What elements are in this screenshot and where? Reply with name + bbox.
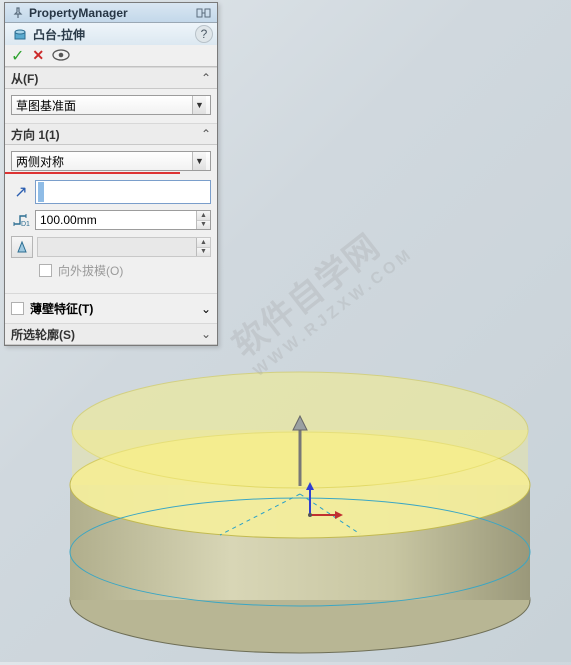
depth-value: 100.00mm [36,213,196,227]
section-from-body: 草图基准面 ▼ [5,89,217,123]
draft-outward-row: 向外拔模(O) [11,258,211,285]
dropdown-icon: ▼ [192,152,206,170]
spin-buttons: ▲ ▼ [196,211,210,229]
chevron-up-icon: ⌃ [201,127,211,141]
section-contours-header[interactable]: 所选轮廓(S) ⌄ [5,323,217,345]
dropdown-icon: ▼ [192,96,206,114]
end-condition-select[interactable]: 两侧对称 ▼ [11,151,211,171]
from-start-condition-select[interactable]: 草图基准面 ▼ [11,95,211,115]
panel-options-icon[interactable] [195,5,213,21]
panel-title: PropertyManager [27,6,195,20]
pushpin-icon[interactable] [9,5,27,21]
reverse-direction-icon[interactable]: ↗ [11,182,31,202]
end-condition-value: 两侧对称 [16,153,192,170]
spin-up-button[interactable]: ▲ [197,211,210,221]
ok-button[interactable]: ✓ [11,46,24,66]
section-contours-label: 所选轮廓(S) [11,326,201,343]
section-thin-header[interactable]: 薄壁特征(T) ⌄ [5,293,217,323]
input-cursor [38,182,44,202]
section-from-label: 从(F) [11,70,201,87]
confirm-row: ✓ ✕ [5,45,217,67]
spin-buttons: ▲ ▼ [196,238,210,256]
spin-down-button: ▼ [197,248,210,257]
draft-angle-input: ▲ ▼ [37,237,211,257]
section-thin-label: 薄壁特征(T) [30,300,195,317]
help-button[interactable]: ? [195,25,213,43]
depth-icon: D1 [11,210,31,230]
preview-toggle-icon[interactable] [52,48,70,64]
depth-input[interactable]: 100.00mm ▲ ▼ [35,210,211,230]
chevron-up-icon: ⌃ [201,71,211,85]
feature-header: 凸台-拉伸 ? [5,23,217,45]
section-dir1-body: 两侧对称 ▼ ↗ D1 100.00mm ▲ ▼ [5,145,217,293]
extrude-boss-icon [11,25,29,43]
draft-outward-checkbox [39,264,52,277]
panel-titlebar: PropertyManager [5,3,217,23]
cancel-button[interactable]: ✕ [32,47,44,64]
spin-down-button[interactable]: ▼ [197,221,210,230]
draft-outward-label: 向外拔模(O) [58,262,123,279]
annotation-underline [5,172,180,174]
chevron-down-icon: ⌄ [201,327,211,341]
chevron-down-icon: ⌄ [201,302,211,316]
thin-feature-checkbox[interactable] [11,302,24,315]
property-manager-panel: PropertyManager 凸台-拉伸 ? ✓ ✕ 从(F) ⌃ 草图基准面… [4,2,218,346]
section-from-header[interactable]: 从(F) ⌃ [5,67,217,89]
section-dir1-label: 方向 1(1) [11,126,201,143]
svg-text:D1: D1 [21,221,30,228]
draft-toggle-button[interactable] [11,236,33,258]
spin-up-button: ▲ [197,238,210,248]
feature-name: 凸台-拉伸 [33,26,85,43]
from-start-condition-value: 草图基准面 [16,97,192,114]
direction-vector-input[interactable] [35,180,211,204]
section-dir1-header[interactable]: 方向 1(1) ⌃ [5,123,217,145]
